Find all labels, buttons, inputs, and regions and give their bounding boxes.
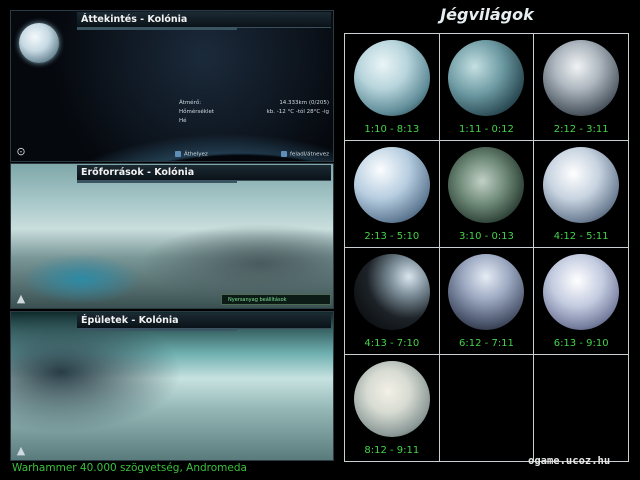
planet-cell[interactable]: 2:13 - 5:10 <box>344 140 440 248</box>
info-value: 14.333km (0/205) <box>279 100 329 106</box>
planet-cell[interactable]: 4:12 - 5:11 <box>533 140 629 248</box>
info-label: Átmérő: <box>179 100 202 106</box>
planet-image <box>543 254 620 330</box>
info-row-diameter: Átmérő: 14.333km (0/205) <box>179 99 329 108</box>
planet-caption: 6:12 - 7:11 <box>459 338 514 349</box>
planet-info: Átmérő: 14.333km (0/205) Hőmérséklet kb.… <box>179 99 329 126</box>
rename-link[interactable]: feladl/átnevez <box>281 150 330 157</box>
info-value: kb. -12 °C -tól 28°C -ig <box>266 109 329 115</box>
planet-cell[interactable]: 1:11 - 0:12 <box>438 33 535 141</box>
planet-caption: 1:10 - 8:13 <box>364 124 420 135</box>
planet-caption: 8:12 - 9:11 <box>364 445 420 456</box>
info-label: Hé <box>179 118 187 124</box>
planet-image <box>543 40 620 116</box>
resources-nav-icon[interactable]: ▲ <box>14 293 28 305</box>
planet-image <box>448 40 525 116</box>
info-row-position: Hé <box>179 117 329 126</box>
resource-settings-button[interactable]: Nyersanyag beállítások <box>221 294 331 305</box>
buildings-panel: Épületek - Kolónia ▲ <box>10 311 334 461</box>
planet-caption: 3:10 - 0:13 <box>459 231 514 242</box>
planet-cell[interactable]: 4:13 - 7:10 <box>344 247 440 355</box>
site-url[interactable]: ogame.ucoz.hu <box>528 455 610 467</box>
title-underline <box>77 328 237 331</box>
planet-cell[interactable]: 6:13 - 9:10 <box>533 247 629 355</box>
planet-image <box>353 40 430 116</box>
planet-caption: 2:13 - 5:10 <box>364 231 420 242</box>
planet-caption: 1:11 - 0:12 <box>459 124 514 135</box>
planet-image <box>353 254 430 330</box>
rename-icon <box>281 150 287 157</box>
planet-image <box>448 254 525 330</box>
planet-image <box>353 147 430 223</box>
footer-alliance-text: Warhammer 40.000 szögvetség, Andromeda <box>12 462 247 474</box>
planet-image <box>353 361 430 437</box>
planet-cell[interactable]: 3:10 - 0:13 <box>438 140 535 248</box>
buildings-panel-title: Épületek - Kolónia <box>77 313 331 329</box>
planet-cell[interactable]: 1:10 - 8:13 <box>344 33 440 141</box>
overview-panel: Áttekintés - Kolónia Átmérő: 14.333km (0… <box>10 10 334 162</box>
move-icon <box>175 150 181 157</box>
overview-nav-icon[interactable]: ⊙ <box>14 146 28 158</box>
planet-cell[interactable]: 2:12 - 3:11 <box>533 33 629 141</box>
left-column: Áttekintés - Kolónia Átmérő: 14.333km (0… <box>0 0 340 480</box>
planet-cell[interactable]: 6:12 - 7:11 <box>438 247 535 355</box>
move-link-label: Áthelyez <box>184 151 208 157</box>
planet-caption: 4:13 - 7:10 <box>364 338 420 349</box>
ice-planet-grid: 1:10 - 8:13 1:11 - 0:12 2:12 - 3:11 2:13… <box>344 33 629 462</box>
title-underline <box>77 180 237 183</box>
info-row-temperature: Hőmérséklet kb. -12 °C -tól 28°C -ig <box>179 108 329 117</box>
empty-cell <box>533 354 629 462</box>
overview-panel-title: Áttekintés - Kolónia <box>77 12 331 28</box>
move-link[interactable]: Áthelyez <box>175 150 208 157</box>
empty-cell <box>438 354 535 462</box>
resources-panel: Erőforrások - Kolónia Nyersanyag beállít… <box>10 163 334 309</box>
gallery-title: Jégvilágok <box>440 5 534 24</box>
rename-link-label: feladl/átnevez <box>290 151 330 157</box>
info-label: Hőmérséklet <box>179 109 215 115</box>
title-underline <box>77 27 237 30</box>
planet-caption: 2:12 - 3:11 <box>553 124 609 135</box>
buildings-nav-icon[interactable]: ▲ <box>14 445 28 457</box>
planet-image <box>543 147 620 223</box>
planet-caption: 6:13 - 9:10 <box>553 338 609 349</box>
resources-panel-title: Erőforrások - Kolónia <box>77 165 331 181</box>
planet-cell[interactable]: 8:12 - 9:11 <box>344 354 440 462</box>
planet-thumbnail[interactable] <box>19 23 59 63</box>
planet-image <box>448 147 525 223</box>
planet-caption: 4:12 - 5:11 <box>553 231 609 242</box>
